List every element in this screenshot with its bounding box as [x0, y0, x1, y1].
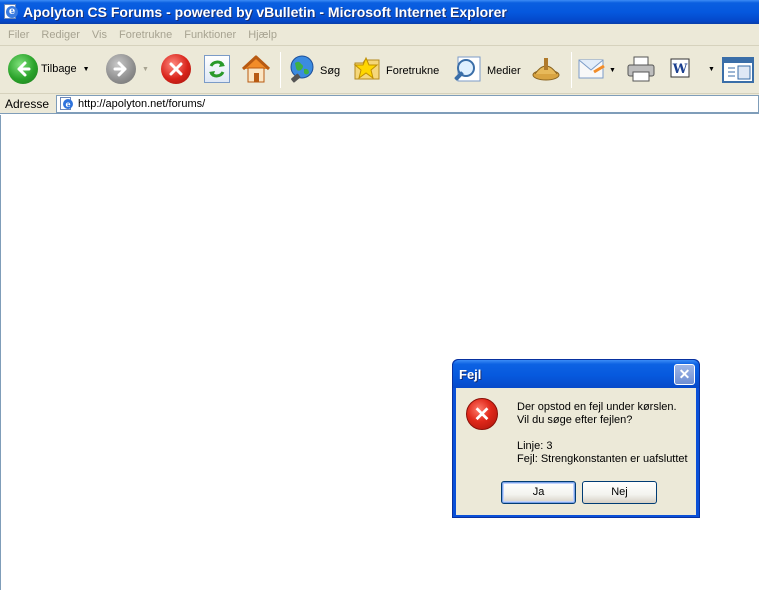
word-edit-icon: W	[670, 58, 690, 81]
back-dropdown-icon[interactable]: ▼	[83, 66, 90, 73]
svg-text:W: W	[672, 62, 688, 77]
back-button[interactable]: Tilbage ▼	[8, 54, 90, 84]
toolbar-separator	[571, 52, 572, 88]
history-button[interactable]	[530, 54, 562, 87]
mail-button[interactable]: ▼	[576, 54, 616, 87]
mail-dropdown-icon[interactable]: ▼	[609, 67, 616, 74]
address-bar: Adresse e http://apolyton.net/forums/	[0, 94, 759, 114]
close-icon[interactable]: ✕	[674, 364, 695, 385]
menu-bar: Filer Rediger Vis Foretrukne Funktioner …	[0, 24, 759, 46]
dialog-error-line: Linje: 3	[517, 440, 553, 452]
ie-page-icon: e	[3, 4, 19, 20]
edit-button[interactable]: W ▼	[670, 58, 715, 81]
refresh-button[interactable]	[204, 55, 230, 83]
back-arrow-icon	[8, 54, 38, 84]
menu-foretrukne[interactable]: Foretrukne	[113, 29, 178, 41]
page-content	[0, 115, 759, 590]
window-title: Apolyton CS Forums - powered by vBulleti…	[23, 4, 507, 20]
page-icon: e	[60, 97, 74, 111]
dialog-titlebar[interactable]: Fejl ✕	[453, 360, 699, 388]
no-button[interactable]: Nej	[582, 481, 657, 504]
address-input[interactable]: e http://apolyton.net/forums/	[56, 95, 759, 113]
menu-vis[interactable]: Vis	[86, 29, 113, 41]
edit-dropdown-icon[interactable]: ▼	[708, 66, 715, 73]
home-icon	[240, 53, 272, 88]
stop-icon	[161, 54, 191, 84]
search-globe-icon	[287, 54, 317, 87]
favorites-label: Foretrukne	[386, 64, 440, 77]
dialog-message-line2: Vil du søge efter fejlen?	[517, 414, 633, 426]
error-x-icon: ✕	[466, 398, 498, 430]
yes-button[interactable]: Ja	[501, 481, 576, 504]
address-label: Adresse	[5, 96, 50, 111]
favorites-button[interactable]: Foretrukne	[351, 53, 439, 88]
toolbar-separator	[280, 52, 281, 88]
back-label: Tilbage	[41, 63, 77, 75]
media-button[interactable]: Medier	[452, 54, 521, 87]
dialog-error-text: Fejl: Strengkonstanten er uafsluttet	[517, 453, 688, 465]
print-button[interactable]	[625, 55, 657, 86]
favorites-star-icon	[351, 53, 383, 88]
menu-funktioner[interactable]: Funktioner	[178, 29, 242, 41]
dialog-title: Fejl	[459, 366, 482, 382]
standard-toolbar: Tilbage ▼ ▼ Søg Foretrukne Medier ▼ W ▼	[0, 46, 759, 94]
discuss-icon	[721, 56, 755, 87]
menu-hjaelp[interactable]: Hjælp	[242, 29, 283, 41]
print-icon	[625, 55, 657, 86]
history-icon	[530, 54, 562, 87]
forward-button[interactable]: ▼	[106, 54, 149, 84]
search-label: Søg	[320, 64, 341, 77]
stop-button[interactable]	[161, 54, 191, 84]
window-titlebar[interactable]: e Apolyton CS Forums - powered by vBulle…	[0, 0, 759, 24]
discuss-button[interactable]	[721, 56, 755, 87]
error-dialog: Fejl ✕ ✕ Der opstod en fejl under kørsle…	[452, 359, 700, 518]
home-button[interactable]	[240, 53, 272, 88]
menu-rediger[interactable]: Rediger	[35, 29, 86, 41]
forward-arrow-icon	[106, 54, 136, 84]
address-url: http://apolyton.net/forums/	[78, 98, 206, 110]
media-label: Medier	[487, 64, 521, 77]
menu-filer[interactable]: Filer	[2, 29, 35, 41]
mail-icon	[576, 54, 608, 87]
refresh-icon	[204, 55, 230, 83]
media-icon	[452, 54, 484, 87]
dialog-body: ✕ Der opstod en fejl under kørslen. Vil …	[456, 388, 696, 515]
search-button[interactable]: Søg	[287, 54, 340, 87]
dialog-message-line1: Der opstod en fejl under kørslen.	[517, 401, 677, 413]
forward-dropdown-icon[interactable]: ▼	[142, 66, 149, 73]
